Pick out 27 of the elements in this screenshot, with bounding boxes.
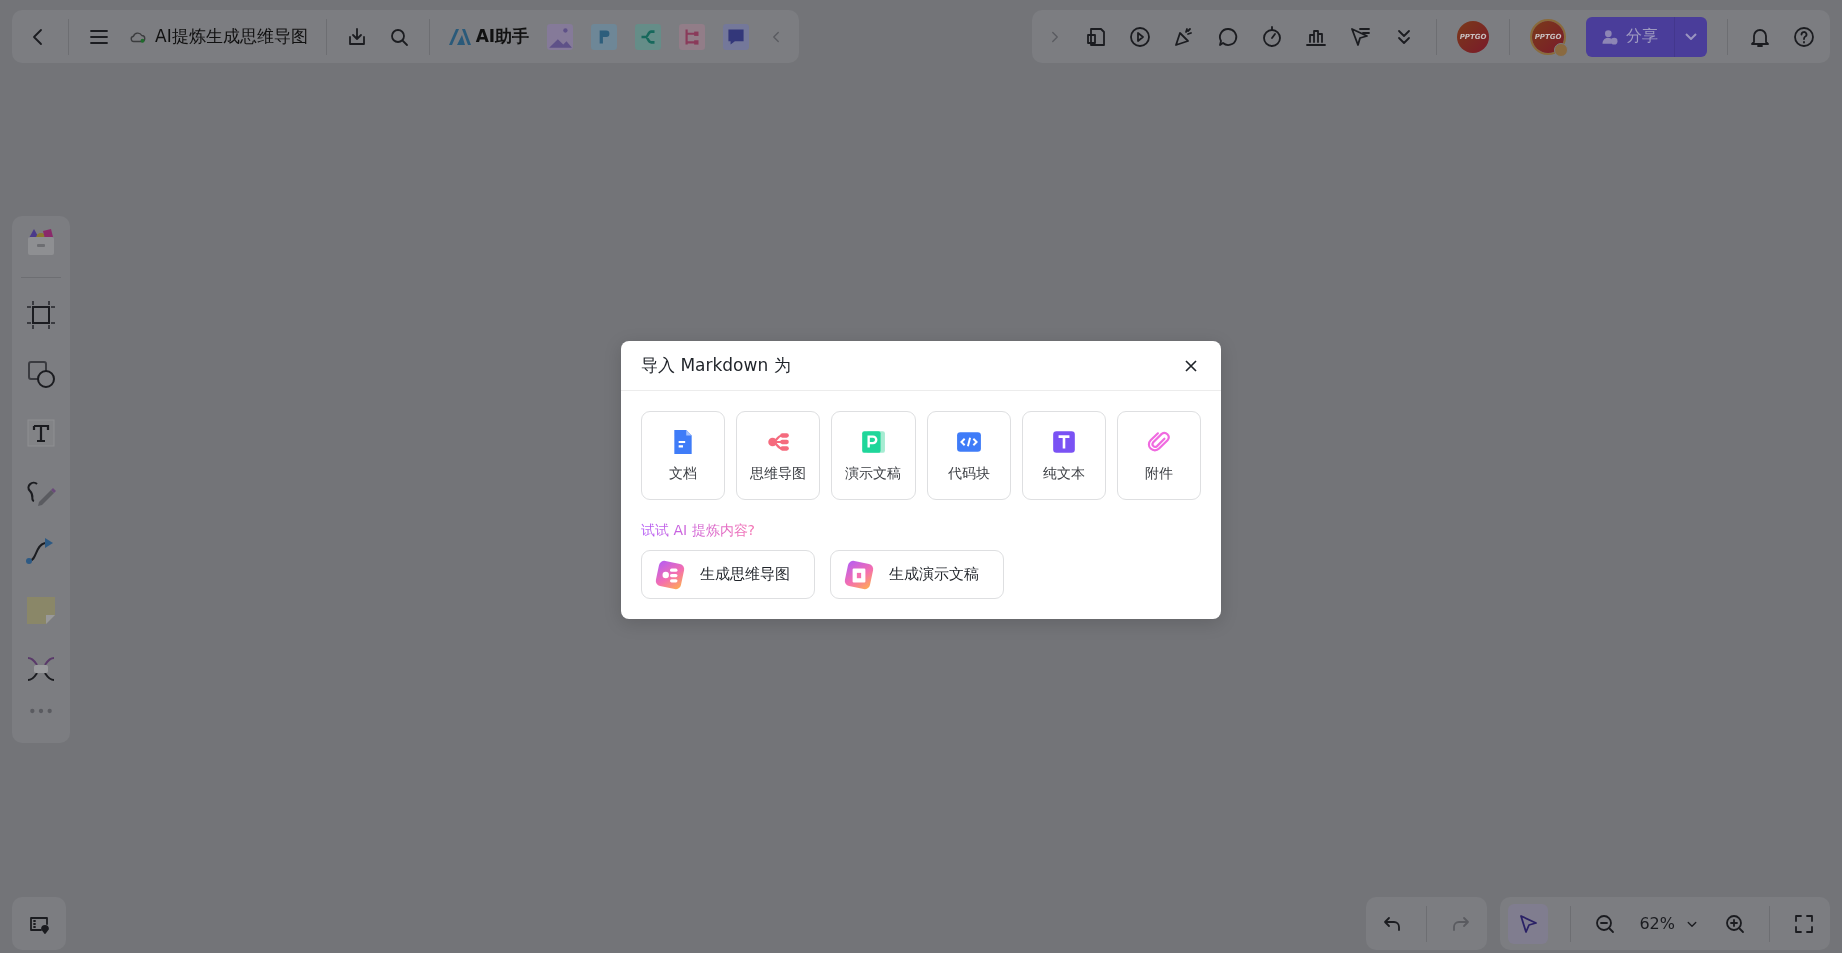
ai-assistant-button[interactable]: AI助手 bbox=[447, 25, 530, 48]
ai-generate-button[interactable]: 生成演示文稿 bbox=[830, 550, 1004, 599]
text-tool-icon[interactable] bbox=[25, 417, 57, 449]
frame-icon[interactable] bbox=[25, 299, 57, 331]
ai-generate-button[interactable]: 生成思维导图 bbox=[641, 550, 815, 599]
dialog-title: 导入 Markdown 为 bbox=[641, 354, 791, 377]
ai-hint: 试试 AI 提炼内容? bbox=[641, 522, 756, 540]
import-option[interactable]: 思维导图 bbox=[736, 411, 821, 500]
import-option[interactable]: 代码块 bbox=[926, 411, 1011, 500]
caret-icon bbox=[1685, 33, 1697, 40]
asset-library-icon[interactable] bbox=[25, 226, 57, 258]
import-option[interactable]: 演示文稿 bbox=[831, 411, 916, 500]
slides-icon bbox=[860, 428, 887, 455]
text-icon bbox=[1050, 428, 1077, 455]
import-option[interactable]: 附件 bbox=[1116, 411, 1202, 500]
document-title[interactable]: AI提炼生成思维导图 bbox=[155, 25, 308, 48]
help-icon[interactable] bbox=[1792, 24, 1816, 49]
import-option[interactable]: 文档 bbox=[641, 411, 726, 500]
map-button[interactable] bbox=[12, 897, 66, 950]
select-tool-button[interactable] bbox=[1508, 903, 1549, 944]
shape-icon[interactable] bbox=[25, 358, 57, 390]
play-icon[interactable] bbox=[1128, 24, 1152, 49]
timer-icon[interactable] bbox=[1260, 24, 1284, 49]
ai-logo-icon bbox=[447, 26, 472, 47]
import-option[interactable]: 纯文本 bbox=[1021, 411, 1106, 500]
comment-icon[interactable] bbox=[723, 23, 750, 50]
zoom-level[interactable]: 62% bbox=[1639, 914, 1675, 933]
